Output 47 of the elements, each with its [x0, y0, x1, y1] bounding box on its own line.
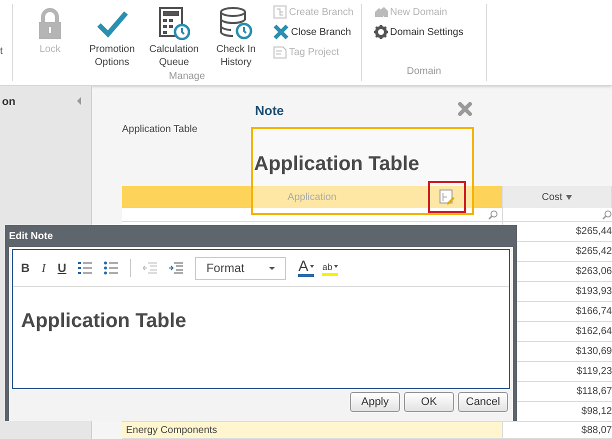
group-label: Domain — [406, 65, 442, 79]
padlock-icon — [37, 8, 63, 40]
note-title: Note — [255, 102, 284, 120]
ribbon-button[interactable]: Promotion Options — [83, 4, 141, 69]
underline-button[interactable]: U — [58, 259, 66, 277]
outdent-icon[interactable] — [143, 262, 158, 274]
houses-icon — [374, 6, 388, 18]
format-dropdown[interactable]: Format — [195, 256, 286, 280]
table-cell: $88,07 — [503, 422, 612, 438]
ribbon-small-button[interactable]: Domain Settings — [374, 24, 464, 40]
table-cell: Energy Components — [122, 422, 503, 438]
bold-button[interactable]: B — [21, 259, 30, 277]
ribbon-button[interactable]: Check In History — [207, 4, 265, 69]
calculator-clock-icon — [158, 6, 190, 40]
close-icon[interactable] — [457, 101, 473, 117]
close-icon — [273, 24, 289, 40]
group-label: Manage — [168, 70, 206, 84]
note-content: Application Table — [254, 152, 420, 177]
search-icon — [488, 210, 498, 220]
indent-icon[interactable] — [169, 262, 184, 274]
ribbon-small-button[interactable]: Close Branch — [273, 24, 354, 40]
ribbon-button-label[interactable]: t — [0, 44, 3, 59]
page-title: Application Table — [122, 123, 198, 137]
edit-note-button[interactable] — [428, 181, 466, 213]
column-header[interactable]: Cost — [503, 186, 612, 208]
settings-icon — [374, 25, 388, 39]
font-color-button[interactable]: A — [298, 259, 314, 277]
caret-icon — [310, 265, 314, 268]
ribbon-button[interactable]: Calculation Queue — [145, 4, 203, 69]
database-clock-icon — [219, 6, 253, 40]
collapse-arrow-icon[interactable] — [77, 97, 81, 105]
bulleted-list-icon[interactable] — [104, 261, 118, 275]
dropdown-caret-icon — [269, 266, 276, 270]
numbered-list-icon[interactable] — [78, 261, 92, 275]
italic-button[interactable]: I — [42, 259, 46, 277]
search-icon — [602, 210, 612, 220]
editor-content: Application Table — [21, 309, 188, 334]
highlight-button[interactable]: ab — [322, 260, 338, 276]
dialog-title: Edit Note — [9, 230, 53, 244]
document-icon — [273, 45, 287, 59]
caret-icon — [334, 265, 338, 268]
dialog-button[interactable]: Apply — [350, 392, 400, 412]
dialog-button[interactable]: Cancel — [458, 392, 508, 412]
dialog-button[interactable]: OK — [404, 392, 454, 412]
sort-arrow-icon — [566, 194, 572, 200]
branch-icon — [273, 5, 287, 19]
edit-icon — [439, 189, 455, 205]
